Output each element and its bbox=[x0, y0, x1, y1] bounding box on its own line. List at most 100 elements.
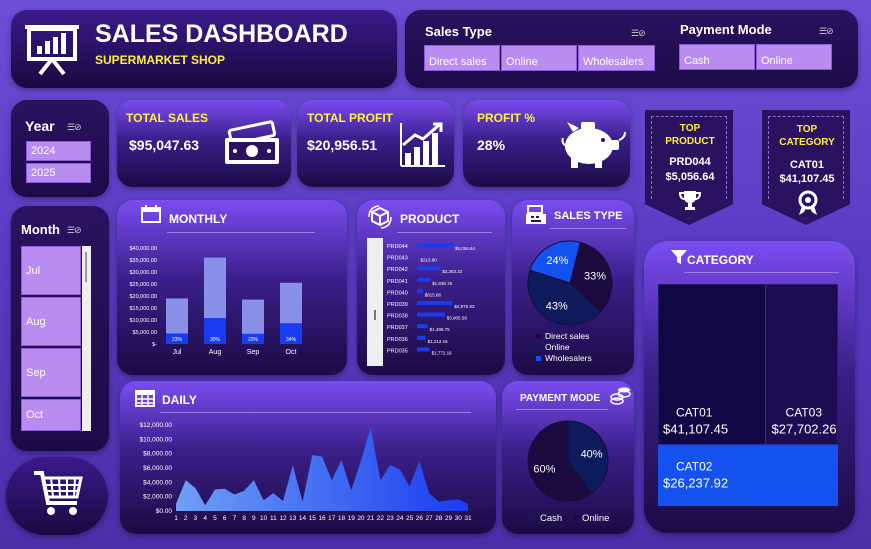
data-label: $213.80 bbox=[421, 258, 438, 263]
x-tick-label: 26 bbox=[416, 515, 424, 522]
calendar-grid-icon bbox=[134, 388, 156, 413]
cell-label: CAT01 bbox=[676, 406, 713, 420]
year-slicer-title: Year bbox=[25, 118, 55, 134]
title-underline bbox=[516, 409, 608, 410]
legend-swatch bbox=[532, 515, 537, 520]
cell-value: $27,702.26 bbox=[772, 422, 837, 437]
x-tick-label: Jul bbox=[173, 349, 182, 356]
clear-filter-icon[interactable]: ☰⊘ bbox=[631, 28, 646, 39]
x-tick-label: 27 bbox=[425, 515, 433, 522]
slicer-option-sep[interactable]: Sep bbox=[21, 348, 81, 397]
y-tick-label: PRD044 bbox=[387, 244, 408, 250]
y-tick-label: PRD038 bbox=[387, 314, 408, 320]
scrollbar-thumb[interactable] bbox=[374, 310, 376, 320]
y-tick-label: PRD042 bbox=[387, 267, 408, 273]
bar bbox=[417, 324, 428, 329]
y-tick-label: $15,000.00 bbox=[129, 306, 157, 312]
treemap-cell bbox=[765, 284, 838, 446]
title-underline bbox=[397, 232, 492, 233]
x-tick-label: 30 bbox=[455, 515, 463, 522]
top-product-name: PRD044 bbox=[669, 156, 711, 168]
legend-label: Cash bbox=[540, 513, 562, 524]
x-tick-label: 10 bbox=[260, 515, 268, 522]
box-refresh-icon bbox=[367, 205, 393, 234]
y-tick-label: $25,000.00 bbox=[129, 282, 157, 288]
x-tick-label: 9 bbox=[252, 515, 256, 522]
y-tick-label: $10,000.00 bbox=[129, 318, 157, 324]
top-category-value: $41,107.45 bbox=[779, 173, 835, 185]
clear-filter-icon[interactable]: ☰⊘ bbox=[67, 225, 82, 236]
sales-type-chart-panel: SALES TYPE 33% 43% 24% Direct sales Online Wh… bbox=[512, 200, 634, 375]
data-label: 24% bbox=[546, 255, 568, 267]
y-tick-label: PRD040 bbox=[387, 290, 408, 296]
x-tick-label: 3 bbox=[194, 515, 198, 522]
payment-mode-chart-panel: PAYMENT MODE 40% 60% Cash Online bbox=[502, 381, 634, 534]
clear-filter-icon[interactable]: ☰⊘ bbox=[819, 26, 834, 37]
kpi-total-profit: TOTAL PROFIT $20,956.51 bbox=[297, 100, 454, 187]
data-label: 40% bbox=[581, 448, 603, 460]
data-label: 34% bbox=[286, 337, 297, 343]
growth-chart-icon bbox=[399, 121, 447, 174]
x-tick-label: 21 bbox=[367, 515, 375, 522]
x-tick-label: 17 bbox=[328, 515, 336, 522]
page-subtitle: SUPERMARKET SHOP bbox=[95, 53, 226, 67]
bar bbox=[417, 254, 419, 259]
legend-label: Online bbox=[582, 513, 609, 524]
x-tick-label: 4 bbox=[203, 515, 207, 522]
product-chart-scrollbar[interactable] bbox=[367, 238, 383, 366]
bar bbox=[417, 289, 423, 294]
slicer-option-jul[interactable]: Jul bbox=[21, 246, 81, 295]
treemap-cell bbox=[658, 284, 767, 446]
slicer-option-oct[interactable]: Oct bbox=[21, 399, 81, 431]
x-tick-label: 13 bbox=[289, 515, 297, 522]
x-tick-label: 20 bbox=[357, 515, 365, 522]
x-tick-label: 11 bbox=[270, 515, 277, 522]
y-tick-label: PRD041 bbox=[387, 279, 408, 285]
payment-mode-chart-title: PAYMENT MODE bbox=[520, 393, 601, 404]
monthly-chart-panel: MONTHLY $40,000.00 $35,000.00 $30,000.00 $2… bbox=[117, 200, 347, 375]
clear-filter-icon[interactable]: ☰⊘ bbox=[67, 122, 82, 133]
y-tick-label: $30,000.00 bbox=[129, 270, 157, 276]
y-tick-label: $12,000.00 bbox=[139, 422, 172, 429]
x-tick-label: 16 bbox=[318, 515, 326, 522]
x-tick-label: 18 bbox=[338, 515, 346, 522]
slicer-option-cash[interactable]: Cash bbox=[679, 44, 755, 70]
month-slicer-scrollbar[interactable] bbox=[82, 246, 91, 431]
slicer-option-2024[interactable]: 2024 bbox=[26, 141, 91, 161]
x-tick-label: 24 bbox=[396, 515, 404, 522]
slicer-option-online[interactable]: Online bbox=[501, 45, 577, 71]
trophy-icon bbox=[678, 188, 702, 217]
data-label: $815.86 bbox=[425, 292, 442, 297]
header-panel: SALES DASHBOARD SUPERMARKET SHOP bbox=[11, 10, 397, 88]
cell-label: CAT02 bbox=[676, 460, 713, 474]
data-label: 43% bbox=[546, 300, 568, 312]
sales-type-pie: 33% 43% 24% Direct salesOnlineWholesalers bbox=[527, 240, 613, 363]
bar bbox=[417, 312, 445, 317]
slicer-option-direct-sales[interactable]: Direct sales bbox=[424, 45, 500, 71]
kpi-total-sales: TOTAL SALES $95,047.63 bbox=[117, 100, 291, 187]
slicer-option-aug[interactable]: Aug bbox=[21, 297, 81, 346]
x-tick-label: 15 bbox=[309, 515, 317, 522]
data-label: $1,498.75 bbox=[430, 327, 451, 332]
bar bbox=[417, 243, 453, 247]
month-slicer: Month ☰⊘ Jul Aug Sep Oct bbox=[11, 206, 109, 451]
y-tick-label: $2,000.00 bbox=[143, 494, 172, 501]
x-tick-label: 19 bbox=[348, 515, 356, 522]
data-label: $1,772.16 bbox=[432, 350, 453, 355]
slicer-option-wholesalers[interactable]: Wholesalers bbox=[578, 45, 655, 71]
x-tick-label: 29 bbox=[445, 515, 453, 522]
kpi-profit-pct-value: 28% bbox=[477, 137, 506, 153]
data-label: $1,835.76 bbox=[432, 281, 453, 286]
scrollbar-thumb[interactable] bbox=[85, 252, 87, 282]
y-tick-label: PRD035 bbox=[387, 348, 408, 354]
slicer-option-online-payment[interactable]: Online bbox=[756, 44, 832, 70]
slicer-option-2025[interactable]: 2025 bbox=[26, 163, 91, 183]
title-underline bbox=[684, 272, 839, 273]
y-tick-label: $0.00 bbox=[156, 508, 173, 515]
y-tick-label: $4,000.00 bbox=[143, 479, 172, 486]
data-label: $5,056.64 bbox=[455, 246, 476, 251]
kpi-total-profit-value: $20,956.51 bbox=[307, 137, 378, 153]
bar bbox=[417, 277, 431, 282]
year-slicer: Year ☰⊘ 2024 2025 bbox=[11, 100, 109, 197]
x-tick-label: 5 bbox=[213, 515, 217, 522]
